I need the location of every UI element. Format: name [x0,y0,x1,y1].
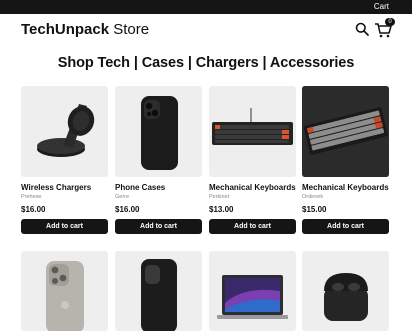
add-to-cart-button[interactable]: Add to cart [209,219,296,234]
search-icon[interactable] [355,22,369,36]
product-card[interactable]: Wireless Chargers Prehese $16.00 Add to … [21,86,108,234]
product-card[interactable] [115,251,202,331]
product-name[interactable]: Mechanical Keyboards [209,183,296,193]
product-vendor: Perkinet [209,194,230,200]
product-card[interactable]: Mechanical Keyboards Perkinet $13.00 Add… [209,86,296,234]
product-image-wireless-charger[interactable] [21,86,108,177]
product-image-mechanical-keyboard[interactable] [209,86,296,177]
product-image-laptop[interactable] [209,251,296,331]
cart-count-badge: 0 [385,18,395,26]
top-announcement-bar: Cart [0,0,412,14]
product-card[interactable] [209,251,296,331]
product-image-black-phone-case[interactable] [115,251,202,331]
brand-name: TechUnpack [21,21,110,38]
brand-suffix: Store [109,21,150,38]
product-image-wireless-earbuds-case[interactable] [302,251,389,331]
store-logo[interactable]: TechUnpack Store [21,21,149,39]
page-headline: Shop Tech | Cases | Chargers | Accessori… [57,55,355,71]
product-name[interactable]: Mechanical Keyboards [302,183,389,193]
product-image-mechanical-keyboard-dark[interactable] [302,86,389,177]
add-to-cart-button[interactable]: Add to cart [21,219,108,234]
product-name[interactable]: Wireless Chargers [21,183,108,193]
add-to-cart-button[interactable]: Add to cart [115,219,202,234]
product-price: $13.00 [209,205,234,214]
product-price: $16.00 [115,205,140,214]
product-card[interactable]: Phone Cases Gerre $16.00 Add to cart [115,86,202,234]
product-vendor: Ordenek [302,194,324,200]
product-vendor: Prehese [21,194,42,200]
product-card[interactable] [21,251,108,331]
topbar-cart-link[interactable]: Cart [374,1,389,13]
product-image-silver-smartphone[interactable] [21,251,108,331]
product-card[interactable]: Mechanical Keyboards Ordenek $15.00 Add … [302,86,389,234]
add-to-cart-button[interactable]: Add to cart [302,219,389,234]
product-image-phone-case[interactable] [115,86,202,177]
site-header: TechUnpack Store 0 [0,14,412,48]
product-price: $15.00 [302,205,327,214]
product-name[interactable]: Phone Cases [115,183,202,193]
product-vendor: Gerre [115,194,130,200]
product-card[interactable] [302,251,389,331]
product-price: $16.00 [21,205,46,214]
